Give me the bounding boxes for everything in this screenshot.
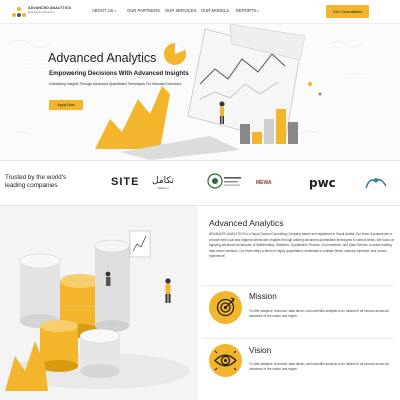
- eye-icon: [214, 350, 237, 371]
- partner-logo-pwc: pwc: [309, 176, 336, 190]
- emblem-logo-icon: [365, 178, 387, 189]
- divider: [202, 338, 394, 339]
- about-illustration: [0, 206, 198, 400]
- analytics-illustration: [0, 225, 198, 391]
- apply-now-button[interactable]: Apply Now: [49, 100, 83, 110]
- divider: [202, 285, 394, 286]
- partner-logo-mewa: MEWA: [256, 180, 272, 186]
- nav-item-our-models[interactable]: OUR MODELS: [201, 8, 229, 13]
- nav-item-our-services[interactable]: OUR SERVICES: [165, 8, 197, 13]
- mission-icon-badge: [209, 291, 242, 324]
- logo-tagline: Empowering Decisions: [28, 11, 55, 14]
- about-text: ADVANCED ANALYTICS is a Saudi Owned Cons…: [209, 232, 395, 258]
- nav-item-our-partners[interactable]: OUR PARTNERS: [127, 8, 160, 13]
- hero-illustration: [9, 24, 365, 160]
- hero-description: Unleashing Insights Through Advanced Qua…: [49, 82, 181, 86]
- top-nav: ADVANCED ANALYTICS Empowering Decisions …: [0, 0, 400, 24]
- chevron-down-icon: ▾: [257, 9, 259, 13]
- hero-subtitle: Empowering Decisions With Advanced Insig…: [49, 70, 189, 77]
- chevron-down-icon: ▾: [114, 9, 116, 13]
- target-icon: [216, 297, 235, 317]
- vision-title: Vision: [249, 346, 272, 355]
- get-consultation-button[interactable]: Get Consultation: [326, 5, 369, 18]
- mission-title: Mission: [249, 292, 277, 301]
- seal-logo-icon: [207, 173, 241, 189]
- logo-name: ADVANCED ANALYTICS: [28, 6, 71, 10]
- hero-title: Advanced Analytics: [48, 51, 157, 65]
- hero-section: Advanced Analytics Empowering Decisions …: [0, 24, 400, 160]
- about-title: Advanced Analytics: [209, 218, 284, 228]
- vision-icon-badge: [209, 344, 242, 377]
- partner-logo-takamol: تكامل Takamol: [152, 176, 174, 190]
- vision-text: To offer adaptive, technical, data drive…: [249, 362, 389, 371]
- trusted-title: Trusted by the world's leading companies: [5, 174, 67, 189]
- site-logo[interactable]: ADVANCED ANALYTICS Empowering Decisions: [12, 6, 82, 20]
- mission-text: To offer adaptive, technical, data drive…: [249, 309, 389, 318]
- nav-item-reports[interactable]: REPORTS▾: [236, 8, 259, 13]
- nav-item-about-us[interactable]: ABOUT US▾: [92, 8, 116, 13]
- partner-logo-site: SITE: [111, 176, 140, 188]
- logo-mark-icon: [12, 7, 26, 18]
